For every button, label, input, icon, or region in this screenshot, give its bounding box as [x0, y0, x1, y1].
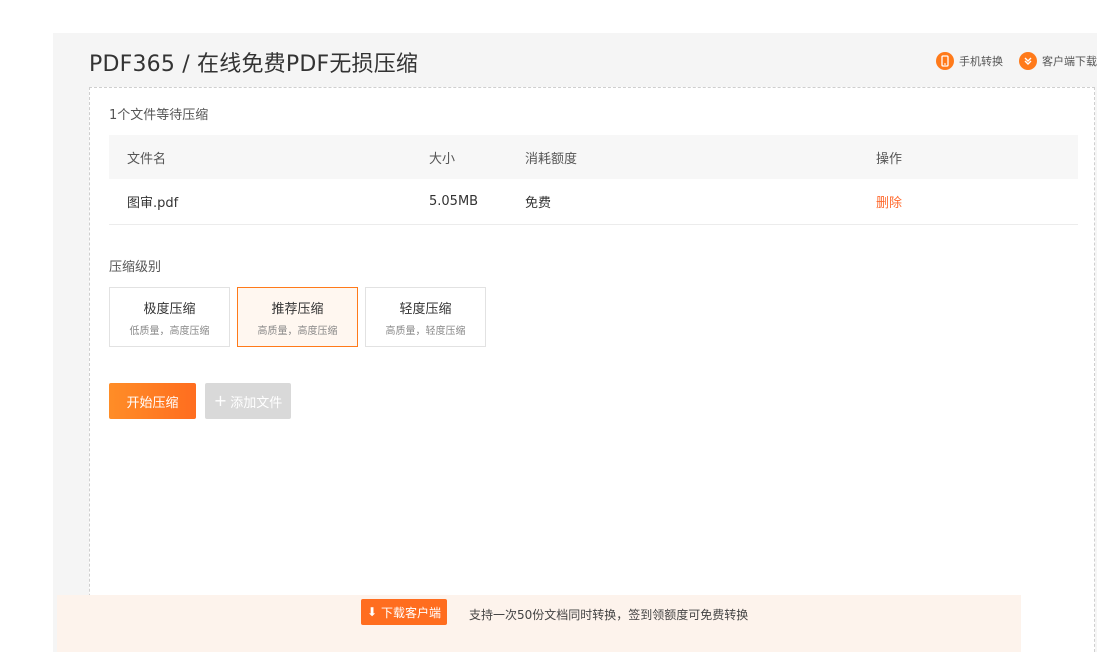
download-arrow-icon: ⬇ — [366, 605, 378, 619]
mobile-convert-label: 手机转换 — [959, 55, 1003, 68]
compression-level-label: 压缩级别 — [109, 260, 162, 275]
level-option-recommended[interactable]: 推荐压缩 高质量，高度压缩 — [237, 287, 358, 347]
client-download-link[interactable]: 客户端下载 — [1019, 52, 1097, 70]
compress-card: 1个文件等待压缩 文件名 大小 消耗额度 操作 图审.pdf 5.05MB 免费… — [89, 87, 1095, 652]
download-client-icon — [1019, 52, 1037, 70]
level-subtitle: 高质量，高度压缩 — [257, 325, 338, 337]
level-subtitle: 高质量，轻度压缩 — [385, 325, 466, 337]
file-quota: 免费 — [525, 196, 552, 211]
column-header-quota: 消耗额度 — [525, 151, 578, 167]
column-header-size: 大小 — [429, 151, 456, 167]
waiting-count: 1个文件等待压缩 — [109, 108, 209, 123]
table-header: 文件名 大小 消耗额度 操作 — [109, 135, 1078, 179]
phone-icon — [936, 52, 954, 70]
file-size: 5.05MB — [429, 194, 479, 209]
level-title: 极度压缩 — [143, 301, 196, 317]
client-download-label: 客户端下载 — [1042, 55, 1097, 68]
download-client-button[interactable]: ⬇ 下载客户端 — [361, 599, 447, 625]
file-table: 文件名 大小 消耗额度 操作 图审.pdf 5.05MB 免费 删除 — [109, 135, 1078, 225]
delete-file-link[interactable]: 删除 — [876, 196, 902, 211]
header-links: 手机转换 客户端下载 — [936, 52, 1097, 70]
promo-text: 支持一次50份文档同时转换，签到领额度可免费转换 — [469, 608, 749, 622]
add-file-button[interactable]: + 添加文件 — [205, 383, 291, 419]
promo-banner: ⬇ 下载客户端 支持一次50份文档同时转换，签到领额度可免费转换 — [57, 595, 1021, 652]
level-title: 轻度压缩 — [399, 301, 452, 317]
plus-icon: + — [213, 391, 228, 410]
level-option-light[interactable]: 轻度压缩 高质量，轻度压缩 — [365, 287, 486, 347]
level-title: 推荐压缩 — [271, 301, 324, 317]
level-subtitle: 低质量，高度压缩 — [129, 325, 210, 337]
column-header-action: 操作 — [876, 151, 903, 167]
action-buttons: 开始压缩 + 添加文件 — [109, 383, 291, 419]
file-name: 图审.pdf — [127, 196, 179, 211]
start-compress-button[interactable]: 开始压缩 — [109, 383, 196, 419]
mobile-convert-link[interactable]: 手机转换 — [936, 52, 1003, 70]
table-row: 图审.pdf 5.05MB 免费 删除 — [109, 179, 1078, 225]
download-client-button-label: 下载客户端 — [381, 605, 442, 620]
compression-level-options: 极度压缩 低质量，高度压缩 推荐压缩 高质量，高度压缩 轻度压缩 高质量，轻度压… — [109, 287, 493, 347]
level-option-extreme[interactable]: 极度压缩 低质量，高度压缩 — [109, 287, 230, 347]
page-title: PDF365 / 在线免费PDF无损压缩 — [89, 52, 419, 77]
main-panel: PDF365 / 在线免费PDF无损压缩 手机转换 客户端下载 1个文件等待压缩… — [53, 33, 1097, 652]
column-header-filename: 文件名 — [127, 151, 167, 167]
add-file-label: 添加文件 — [230, 395, 283, 411]
